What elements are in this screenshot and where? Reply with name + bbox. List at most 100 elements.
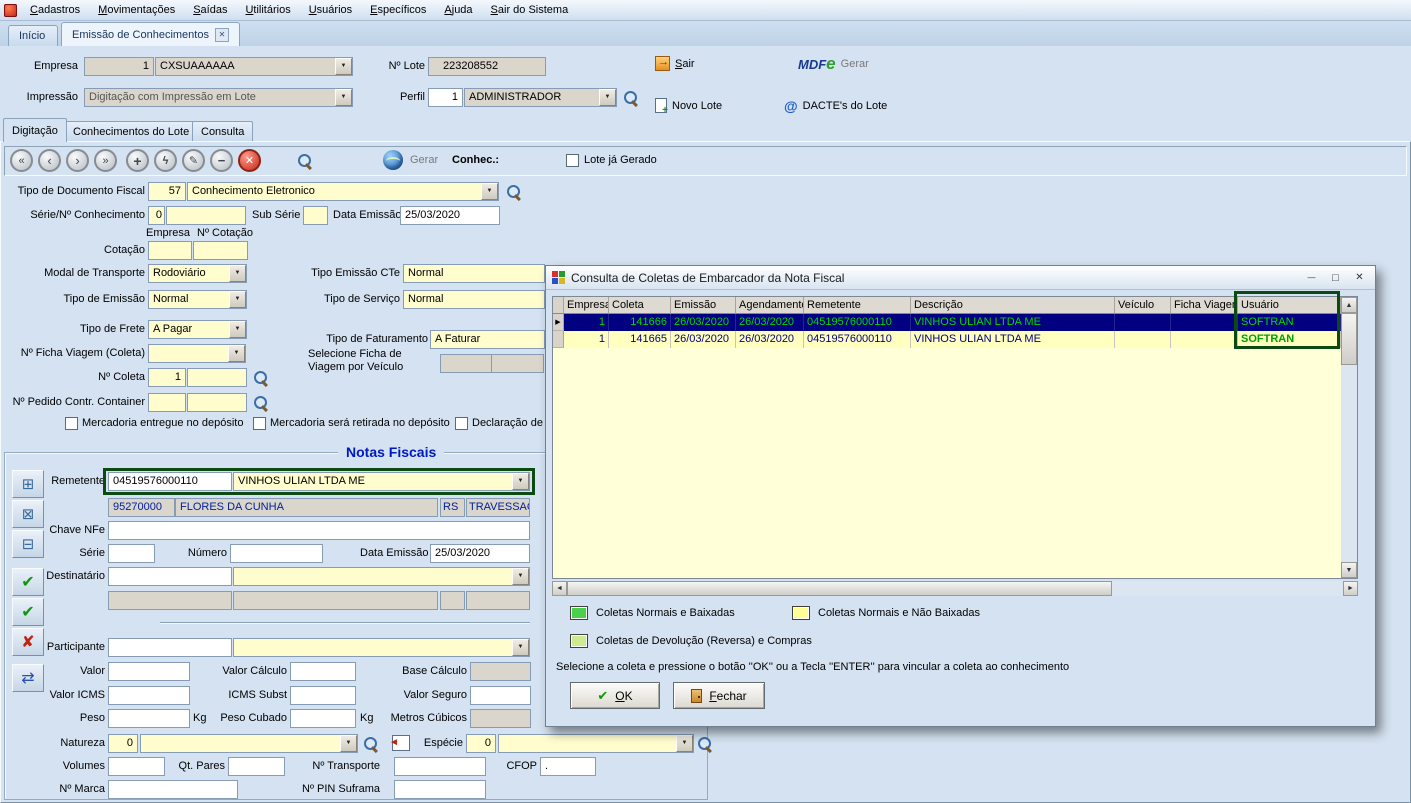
cancel-record-icon[interactable] <box>238 149 261 172</box>
num-marca-field[interactable] <box>108 780 238 799</box>
search-icon[interactable] <box>252 394 269 411</box>
valor-seguro-field[interactable] <box>470 686 531 705</box>
ok-button[interactable]: OK <box>570 682 660 709</box>
remetente-cnpj-field[interactable]: 04519576000110 <box>108 472 232 491</box>
volumes-field[interactable] <box>108 757 165 776</box>
chevron-down-icon[interactable] <box>676 735 693 752</box>
tipo-emissao-combo[interactable]: Normal <box>148 290 247 309</box>
col-header-usuario[interactable]: Usuário <box>1238 297 1341 314</box>
chevron-down-icon[interactable] <box>229 265 246 282</box>
gerar-globe-icon[interactable] <box>383 150 403 170</box>
previous-record-icon[interactable] <box>38 149 61 172</box>
perfil-combo[interactable]: ADMINISTRADOR <box>464 88 617 107</box>
novo-lote-button[interactable]: Novo Lote <box>655 98 722 113</box>
ficha-viagem-combo[interactable] <box>148 344 246 363</box>
gerar-toolbar-label[interactable]: Gerar <box>410 151 438 170</box>
ficha-veiculo-field-1[interactable] <box>440 354 492 373</box>
sub-serie-field[interactable] <box>303 206 328 225</box>
col-header-empresa[interactable]: Empresa <box>564 297 609 314</box>
especie-code-field[interactable]: 0 <box>466 734 496 753</box>
mercadoria-entregue-checkbox[interactable] <box>65 417 78 430</box>
tab-digitacao[interactable]: Digitação <box>3 118 67 142</box>
chevron-down-icon[interactable] <box>340 735 357 752</box>
chevron-down-icon[interactable] <box>512 639 529 656</box>
cotacao-empresa-field[interactable] <box>148 241 192 260</box>
col-header-coleta[interactable]: Coleta <box>609 297 671 314</box>
lightning-icon[interactable] <box>154 149 177 172</box>
nfe-data-emissao-field[interactable]: 25/03/2020 <box>430 544 530 563</box>
search-icon[interactable] <box>362 735 379 752</box>
chevron-down-icon[interactable] <box>229 321 246 338</box>
pin-suframa-field[interactable] <box>394 780 486 799</box>
num-transporte-field[interactable] <box>394 757 486 776</box>
scroll-down-icon[interactable]: ▼ <box>1341 562 1357 578</box>
tab-consulta[interactable]: Consulta <box>192 121 253 142</box>
vertical-scrollbar[interactable]: ▲ ▼ <box>1341 297 1357 578</box>
participante-cnpj-field[interactable] <box>108 638 232 657</box>
remetente-nome-combo[interactable]: VINHOS ULIAN LTDA ME <box>233 472 530 491</box>
qt-pares-field[interactable] <box>228 757 285 776</box>
chevron-down-icon[interactable] <box>335 89 352 106</box>
empresa-name-combo[interactable]: CXSUAAAAAA <box>155 57 353 76</box>
chevron-down-icon[interactable] <box>512 473 529 490</box>
sair-button[interactable]: Sair <box>655 56 695 71</box>
remove-record-icon[interactable] <box>210 149 233 172</box>
search-icon[interactable] <box>296 152 313 169</box>
col-header-ficha-viagem[interactable]: Ficha Viagem <box>1171 297 1238 314</box>
chevron-down-icon[interactable] <box>599 89 616 106</box>
modal-transporte-combo[interactable]: Rodoviário <box>148 264 247 283</box>
table-row[interactable]: 1 141666 26/03/2020 26/03/2020 045195760… <box>553 314 1357 331</box>
chevron-down-icon[interactable] <box>512 568 529 585</box>
menu-ajuda[interactable]: Ajuda <box>435 1 481 19</box>
scroll-right-icon[interactable]: ► <box>1343 581 1358 596</box>
num-lote-field[interactable]: 223208552 <box>428 57 546 76</box>
tipo-documento-combo[interactable]: Conhecimento Eletronico <box>187 182 499 201</box>
chevron-down-icon[interactable] <box>228 345 245 362</box>
col-header-agendamento[interactable]: Agendamento <box>736 297 804 314</box>
lote-ja-gerado-checkbox[interactable] <box>566 154 579 167</box>
ficha-veiculo-field-2[interactable] <box>491 354 544 373</box>
peso-field[interactable] <box>108 709 190 728</box>
menu-cadastros[interactable]: Cadastros <box>21 1 89 19</box>
col-header-veiculo[interactable]: Veículo <box>1115 297 1171 314</box>
close-icon[interactable] <box>1349 269 1370 286</box>
tab-conhecimentos-do-lote[interactable]: Conhecimentos do Lote <box>64 121 198 142</box>
search-icon[interactable] <box>505 183 522 200</box>
col-header-emissao[interactable]: Emissão <box>671 297 736 314</box>
especie-combo[interactable] <box>498 734 694 753</box>
natureza-combo[interactable] <box>140 734 358 753</box>
nfe-confirm-all-icon[interactable] <box>12 598 44 626</box>
pedido-container-field-1[interactable] <box>148 393 186 412</box>
destinatario-cnpj-field[interactable] <box>108 567 232 586</box>
tipo-documento-code-field[interactable]: 57 <box>148 182 186 201</box>
table-row[interactable]: 1 141665 26/03/2020 26/03/2020 045195760… <box>553 331 1357 348</box>
menu-usuarios[interactable]: Usuários <box>300 1 361 19</box>
pedido-container-field-2[interactable] <box>187 393 247 412</box>
peso-cubado-field[interactable] <box>290 709 356 728</box>
edit-record-icon[interactable] <box>182 149 205 172</box>
last-record-icon[interactable] <box>94 149 117 172</box>
mercadoria-retirada-checkbox[interactable] <box>253 417 266 430</box>
serie-field[interactable]: 0 <box>148 206 165 225</box>
horizontal-scrollbar[interactable]: ◄ ► <box>552 581 1358 596</box>
maximize-icon[interactable] <box>1325 269 1346 286</box>
tipo-frete-combo[interactable]: A Pagar <box>148 320 247 339</box>
col-header-remetente[interactable]: Remetente <box>804 297 911 314</box>
valor-field[interactable] <box>108 662 190 681</box>
menu-movimentacoes[interactable]: Movimentações <box>89 1 184 19</box>
first-record-icon[interactable] <box>10 149 33 172</box>
cfop-field[interactable]: . <box>540 757 596 776</box>
declaracao-checkbox[interactable] <box>455 417 468 430</box>
valor-icms-field[interactable] <box>108 686 190 705</box>
nfe-numero-field[interactable] <box>230 544 323 563</box>
chevron-down-icon[interactable] <box>335 58 352 75</box>
menu-saidas[interactable]: Saídas <box>184 1 236 19</box>
chevron-down-icon[interactable] <box>229 291 246 308</box>
num-coleta-field[interactable]: 1 <box>148 368 186 387</box>
perfil-code-field[interactable]: 1 <box>428 88 463 107</box>
search-icon[interactable] <box>696 735 713 752</box>
num-conhecimento-field[interactable] <box>166 206 246 225</box>
menu-utilitarios[interactable]: Utilitários <box>236 1 299 19</box>
menu-especificos[interactable]: Específicos <box>361 1 435 19</box>
scrollbar-thumb[interactable] <box>1341 313 1357 365</box>
